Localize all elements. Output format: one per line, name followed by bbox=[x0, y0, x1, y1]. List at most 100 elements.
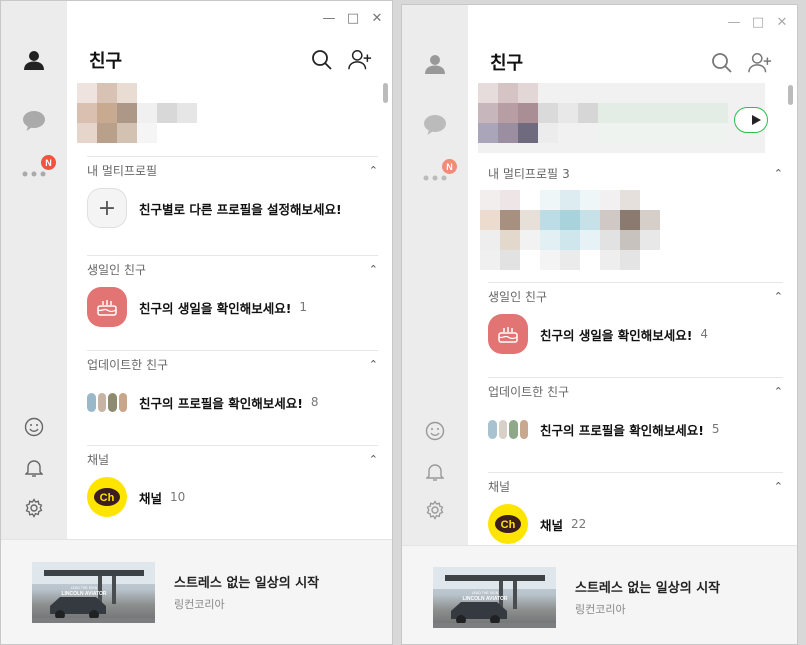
maximize-icon[interactable]: □ bbox=[751, 15, 765, 30]
section-title: 채널 bbox=[488, 480, 511, 494]
section-title-wrap: 내 멀티프로필 3 bbox=[488, 165, 570, 182]
chat-bubble-icon[interactable] bbox=[19, 106, 49, 136]
friends-panel: — □ ✕ 친구 내 멀티프로필 3 ⌃ 생일인 친구 ⌃ 친구의 생일을 확인… bbox=[468, 5, 797, 545]
section-header[interactable]: 생일인 친구 ⌃ bbox=[87, 255, 378, 277]
minimize-icon[interactable]: — bbox=[322, 11, 336, 26]
list-item[interactable]: 친구의 생일을 확인해보세요! 1 bbox=[87, 287, 378, 327]
section-header[interactable]: 채널 ⌃ bbox=[87, 445, 378, 467]
item-label: 친구의 생일을 확인해보세요! bbox=[139, 300, 292, 316]
my-profile-blurred[interactable] bbox=[478, 83, 765, 153]
ad-tagline: LEAD THE SIGN bbox=[472, 591, 499, 595]
ad-banner[interactable]: LEAD THE SIGN LINCOLN AVIATOR 스트레스 없는 일상… bbox=[402, 545, 797, 644]
add-friend-icon[interactable] bbox=[748, 51, 772, 75]
list-item[interactable]: Ch 채널 22 bbox=[488, 504, 783, 544]
ad-brand: LINCOLN AVIATOR bbox=[61, 591, 106, 597]
channel-logo-icon: Ch bbox=[488, 504, 528, 544]
list-item[interactable]: 친구의 프로필을 확인해보세요! 5 bbox=[488, 409, 783, 449]
sidebar: N bbox=[1, 1, 67, 541]
bell-icon[interactable] bbox=[19, 453, 49, 483]
ad-image[interactable]: LEAD THE SIGN LINCOLN AVIATOR bbox=[433, 567, 556, 628]
chevron-up-icon[interactable]: ⌃ bbox=[774, 290, 783, 303]
play-button[interactable] bbox=[734, 107, 768, 133]
chevron-up-icon[interactable]: ⌃ bbox=[369, 358, 378, 371]
item-label: 친구의 프로필을 확인해보세요! bbox=[139, 395, 303, 411]
updated-section: 업데이트한 친구 ⌃ 친구의 프로필을 확인해보세요! 5 bbox=[488, 377, 783, 449]
svg-text:Ch: Ch bbox=[100, 492, 115, 504]
friends-icon[interactable] bbox=[420, 49, 450, 79]
ad-title[interactable]: 스트레스 없는 일상의 시작 bbox=[174, 572, 319, 591]
search-icon[interactable] bbox=[310, 48, 334, 72]
minimize-icon[interactable]: — bbox=[727, 15, 741, 30]
emoji-icon[interactable] bbox=[19, 412, 49, 442]
kakao-window-right: N — □ ✕ 친구 내 멀티프로필 3 ⌃ 생일인 친구 ⌃ 친구의 생일을 … bbox=[401, 4, 798, 645]
emoji-icon[interactable] bbox=[420, 416, 450, 446]
friends-icon[interactable] bbox=[19, 45, 49, 75]
cake-icon bbox=[488, 314, 528, 354]
ad-advertiser: 링컨코리아 bbox=[575, 603, 626, 616]
gear-icon[interactable] bbox=[420, 495, 450, 525]
close-icon[interactable]: ✕ bbox=[370, 11, 384, 26]
chevron-up-icon[interactable]: ⌃ bbox=[774, 480, 783, 493]
chevron-up-icon[interactable]: ⌃ bbox=[774, 167, 783, 180]
avatar bbox=[509, 419, 518, 439]
list-item[interactable]: Ch 채널 10 bbox=[87, 477, 378, 517]
birthday-section: 생일인 친구 ⌃ 친구의 생일을 확인해보세요! 1 bbox=[87, 255, 378, 327]
avatar bbox=[519, 419, 528, 439]
maximize-icon[interactable]: □ bbox=[346, 11, 360, 26]
item-label: 친구의 생일을 확인해보세요! bbox=[540, 327, 693, 343]
item-count: 8 bbox=[310, 395, 319, 409]
ad-advertiser: 링컨코리아 bbox=[174, 598, 225, 611]
item-count: 10 bbox=[170, 490, 186, 504]
section-title: 생일인 친구 bbox=[488, 290, 548, 304]
close-icon[interactable]: ✕ bbox=[775, 15, 789, 30]
item-label: 채널 bbox=[139, 490, 163, 506]
chevron-up-icon[interactable]: ⌃ bbox=[369, 453, 378, 466]
ad-tagline: LEAD THE SIGN bbox=[71, 586, 98, 590]
new-badge: N bbox=[41, 155, 56, 170]
friend-avatars bbox=[87, 382, 127, 422]
chevron-up-icon[interactable]: ⌃ bbox=[774, 385, 783, 398]
channel-section: 채널 ⌃ Ch 채널 10 bbox=[87, 445, 378, 517]
list-item[interactable]: 친구의 프로필을 확인해보세요! 8 bbox=[87, 382, 378, 422]
gear-icon[interactable] bbox=[19, 493, 49, 523]
page-title: 친구 bbox=[89, 51, 123, 72]
list-item[interactable]: + 친구별로 다른 프로필을 설정해보세요! bbox=[87, 188, 378, 228]
updated-section: 업데이트한 친구 ⌃ 친구의 프로필을 확인해보세요! 8 bbox=[87, 350, 378, 422]
new-badge: N bbox=[442, 159, 457, 174]
section-title: 업데이트한 친구 bbox=[488, 385, 570, 399]
search-icon[interactable] bbox=[710, 51, 734, 75]
section-header[interactable]: 업데이트한 친구 ⌃ bbox=[87, 350, 378, 372]
chevron-up-icon[interactable]: ⌃ bbox=[369, 164, 378, 177]
section-header[interactable]: 생일인 친구 ⌃ bbox=[488, 282, 783, 304]
bell-icon[interactable] bbox=[420, 457, 450, 487]
chat-bubble-icon[interactable] bbox=[420, 110, 450, 140]
add-friend-icon[interactable] bbox=[348, 48, 372, 72]
avatar bbox=[498, 419, 507, 439]
svg-text:Ch: Ch bbox=[501, 519, 516, 531]
ad-banner[interactable]: LEAD THE SIGN LINCOLN AVIATOR 스트레스 없는 일상… bbox=[1, 539, 392, 644]
channel-section: 채널 ⌃ Ch 채널 22 bbox=[488, 472, 783, 544]
list-item[interactable]: 친구의 생일을 확인해보세요! 4 bbox=[488, 314, 783, 354]
item-label: 친구별로 다른 프로필을 설정해보세요! bbox=[139, 201, 342, 217]
chevron-up-icon[interactable]: ⌃ bbox=[369, 263, 378, 276]
avatar bbox=[488, 419, 497, 439]
avatar bbox=[97, 392, 106, 412]
item-label: 채널 bbox=[540, 517, 564, 533]
avatar bbox=[87, 392, 96, 412]
section-header[interactable]: 내 멀티프로필 3 ⌃ bbox=[488, 159, 783, 181]
ad-image[interactable]: LEAD THE SIGN LINCOLN AVIATOR bbox=[32, 562, 155, 623]
section-title: 채널 bbox=[87, 453, 110, 467]
birthday-section: 생일인 친구 ⌃ 친구의 생일을 확인해보세요! 4 bbox=[488, 282, 783, 354]
ad-title[interactable]: 스트레스 없는 일상의 시작 bbox=[575, 577, 720, 596]
plus-icon[interactable]: + bbox=[87, 188, 127, 228]
section-header[interactable]: 내 멀티프로필 ⌃ bbox=[87, 156, 378, 178]
section-header[interactable]: 채널 ⌃ bbox=[488, 472, 783, 494]
scrollbar[interactable] bbox=[383, 83, 388, 103]
scrollbar[interactable] bbox=[788, 85, 793, 105]
item-label: 친구의 프로필을 확인해보세요! bbox=[540, 422, 704, 438]
cake-icon bbox=[87, 287, 127, 327]
section-title: 업데이트한 친구 bbox=[87, 358, 169, 372]
item-count: 1 bbox=[299, 300, 308, 314]
section-header[interactable]: 업데이트한 친구 ⌃ bbox=[488, 377, 783, 399]
section-title: 생일인 친구 bbox=[87, 263, 147, 277]
